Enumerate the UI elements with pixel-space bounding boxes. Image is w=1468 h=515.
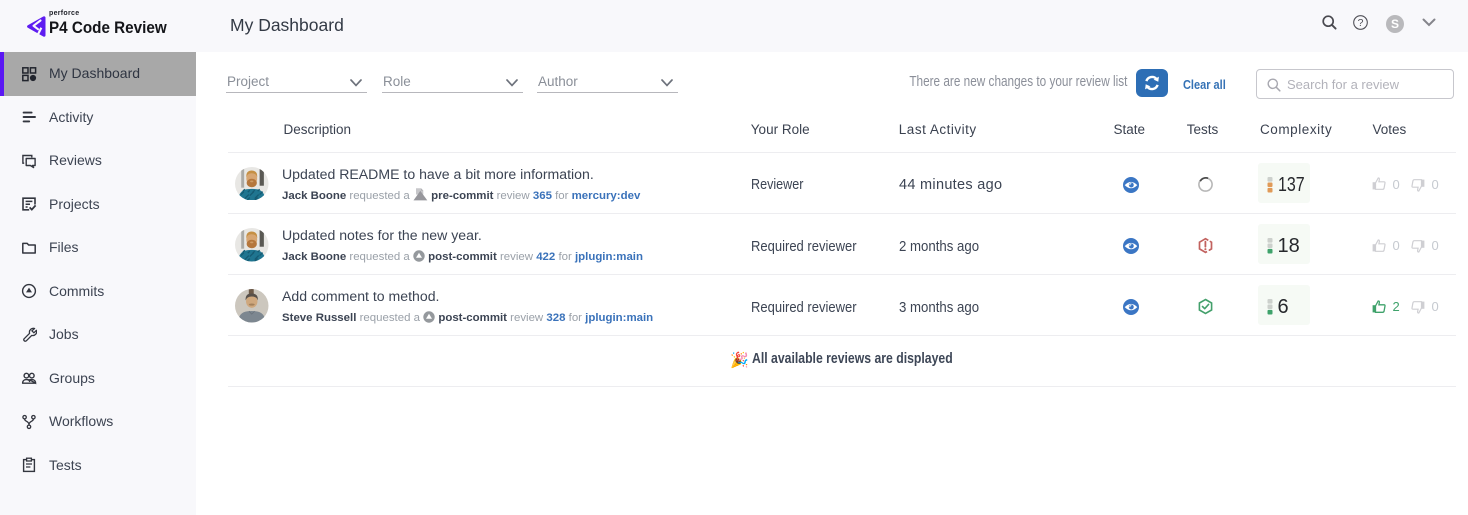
svg-text:?: ? [1358, 17, 1364, 29]
